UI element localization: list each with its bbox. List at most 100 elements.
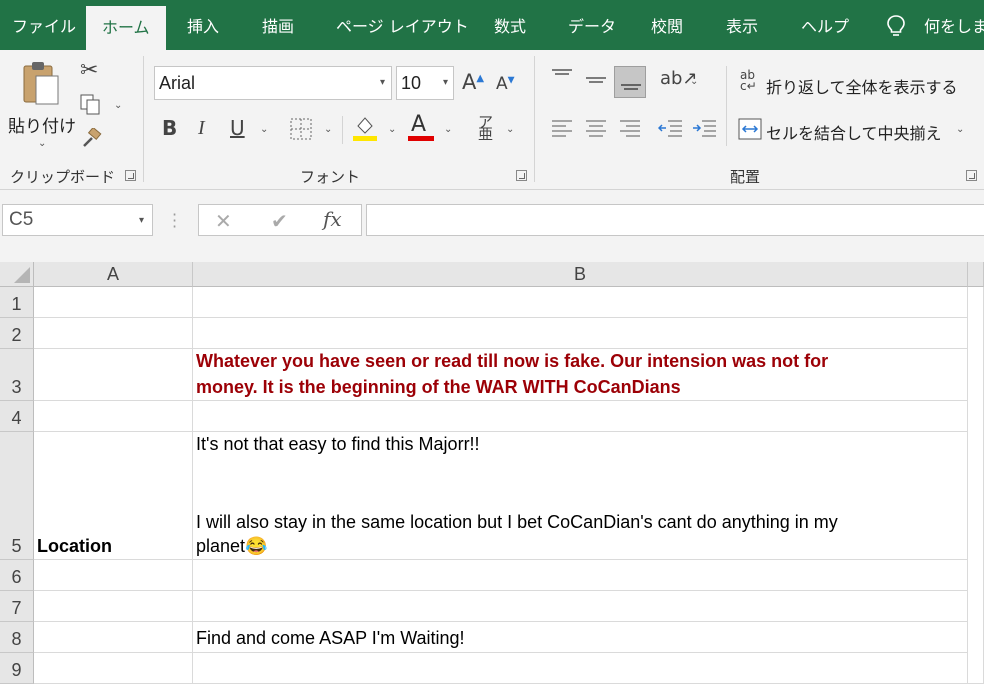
borders-dropdown-icon[interactable]: ⌄ — [324, 124, 332, 135]
cancel-icon[interactable]: ✕ — [215, 211, 232, 231]
copy-icon[interactable] — [80, 94, 102, 116]
align-right-icon[interactable] — [618, 118, 642, 140]
cell-a5[interactable]: Location — [34, 432, 193, 560]
tab-help[interactable]: ヘルプ — [801, 0, 849, 50]
align-middle-icon[interactable] — [584, 72, 608, 90]
tab-file[interactable]: ファイル — [12, 0, 76, 50]
row-header-2[interactable]: 2 — [0, 318, 34, 349]
shrink-font-icon[interactable]: A▼ — [496, 76, 515, 93]
fill-color-dropdown-icon[interactable]: ⌄ — [388, 124, 396, 135]
ribbon-home: 貼り付け ⌄ ✂ ⌄ クリップボード Arial ▾ 10 ▾ A▲ A▼ B … — [0, 50, 984, 190]
name-box[interactable]: C5 ▾ — [2, 204, 153, 236]
select-all-button[interactable] — [0, 262, 34, 287]
row-header-6[interactable]: 6 — [0, 560, 34, 591]
increase-indent-icon[interactable] — [692, 118, 718, 140]
row-header-9[interactable]: 9 — [0, 653, 34, 684]
cell-b4[interactable] — [193, 401, 968, 432]
merge-dropdown-icon[interactable]: ⌄ — [956, 124, 964, 135]
grow-font-icon[interactable]: A▲ — [462, 72, 484, 93]
tab-page-layout[interactable]: ページ レイアウト — [336, 0, 469, 50]
cell-b7[interactable] — [193, 591, 968, 622]
cell-a1[interactable] — [34, 287, 193, 318]
merge-center-button[interactable]: セルを結合して中央揃え ⌄ — [738, 116, 970, 144]
tell-me-search[interactable]: 何をしま — [924, 0, 984, 50]
fill-color-icon[interactable] — [352, 114, 378, 142]
underline-dropdown-icon[interactable]: ⌄ — [260, 124, 268, 135]
formula-input[interactable] — [366, 204, 984, 236]
column-header-c[interactable] — [968, 262, 984, 287]
decrease-indent-icon[interactable] — [658, 118, 684, 140]
align-bottom-button[interactable] — [614, 66, 646, 98]
row-header-1[interactable]: 1 — [0, 287, 34, 318]
phonetic-guide-icon[interactable]: ア亜 — [478, 115, 493, 142]
paste-dropdown-icon[interactable]: ⌄ — [38, 138, 46, 149]
formula-bar-grip-icon[interactable]: · · · — [172, 207, 177, 235]
italic-button[interactable]: I — [198, 118, 205, 138]
column-header-a[interactable]: A — [34, 262, 193, 287]
cell-b8[interactable]: Find and come ASAP I'm Waiting! — [193, 622, 968, 653]
cell-a6[interactable] — [34, 560, 193, 591]
cell-a3[interactable] — [34, 349, 193, 401]
cell-a9[interactable] — [34, 653, 193, 684]
phonetic-dropdown-icon[interactable]: ⌄ — [506, 124, 514, 135]
cell-b2[interactable] — [193, 318, 968, 349]
clipboard-launcher-icon[interactable] — [125, 170, 136, 181]
font-name-value: Arial — [159, 73, 196, 93]
cell-a2[interactable] — [34, 318, 193, 349]
font-name-select[interactable]: Arial ▾ — [154, 66, 392, 100]
lightbulb-icon[interactable] — [886, 14, 906, 38]
paste-label: 貼り付け — [8, 117, 76, 137]
row-header-8[interactable]: 8 — [0, 622, 34, 653]
cut-icon[interactable]: ✂ — [80, 60, 98, 82]
cell-b9[interactable] — [193, 653, 968, 684]
font-color-dropdown-icon[interactable]: ⌄ — [444, 124, 452, 135]
tab-data[interactable]: データ — [568, 0, 616, 50]
tab-formulas[interactable]: 数式 — [494, 0, 526, 50]
cell-a8[interactable] — [34, 622, 193, 653]
bold-button[interactable]: B — [162, 118, 177, 138]
tab-review[interactable]: 校閲 — [651, 0, 683, 50]
tab-draw[interactable]: 描画 — [262, 0, 294, 50]
wrap-text-label: 折り返して全体を表示する — [766, 78, 958, 97]
underline-button[interactable]: U — [230, 118, 245, 138]
name-box-dropdown-icon[interactable]: ▾ — [139, 215, 144, 226]
align-top-icon[interactable] — [550, 68, 574, 86]
font-size-select[interactable]: 10 ▾ — [396, 66, 454, 100]
row-header-3[interactable]: 3 — [0, 349, 34, 401]
copy-dropdown-icon[interactable]: ⌄ — [114, 100, 122, 111]
cell-b3[interactable]: Whatever you have seen or read till now … — [193, 349, 968, 401]
align-center-icon[interactable] — [584, 118, 608, 140]
wrap-text-icon: ab c↵ — [740, 68, 757, 93]
tab-insert[interactable]: 挿入 — [187, 0, 219, 50]
align-left-icon[interactable] — [550, 118, 574, 140]
cell-b6[interactable] — [193, 560, 968, 591]
row-header-7[interactable]: 7 — [0, 591, 34, 622]
insert-function-icon[interactable]: fx — [323, 209, 342, 229]
paste-button[interactable]: 貼り付け ⌄ — [6, 58, 76, 158]
font-name-dropdown-icon[interactable]: ▾ — [380, 77, 385, 88]
wrap-text-button[interactable]: ab c↵ 折り返して全体を表示する — [740, 68, 970, 98]
cell-a7[interactable] — [34, 591, 193, 622]
merge-center-label: セルを結合して中央揃え — [766, 124, 942, 143]
cell-a4[interactable] — [34, 401, 193, 432]
cell-b5[interactable]: It's not that easy to find this Majorr!!… — [193, 432, 968, 560]
enter-icon[interactable]: ✔ — [271, 211, 288, 231]
column-header-b[interactable]: B — [193, 262, 968, 287]
cell-column-c[interactable] — [968, 287, 984, 684]
row-header-4[interactable]: 4 — [0, 401, 34, 432]
row-header-5[interactable]: 5 — [0, 432, 34, 560]
alignment-launcher-icon[interactable] — [966, 170, 977, 181]
format-painter-icon[interactable] — [80, 128, 102, 150]
font-size-dropdown-icon[interactable]: ▾ — [443, 77, 448, 88]
tab-view[interactable]: 表示 — [726, 0, 758, 50]
orientation-dropdown-icon[interactable]: ⌄ — [690, 76, 698, 87]
clipboard-group-label: クリップボード — [10, 168, 116, 186]
borders-icon[interactable] — [290, 118, 312, 140]
clipboard-paste-icon — [23, 62, 59, 105]
tab-home[interactable]: ホーム — [86, 6, 166, 50]
divider — [342, 116, 343, 144]
cell-b1[interactable] — [193, 287, 968, 318]
font-launcher-icon[interactable] — [516, 170, 527, 181]
select-all-triangle-icon — [14, 267, 30, 283]
font-color-icon[interactable]: A — [408, 112, 434, 142]
